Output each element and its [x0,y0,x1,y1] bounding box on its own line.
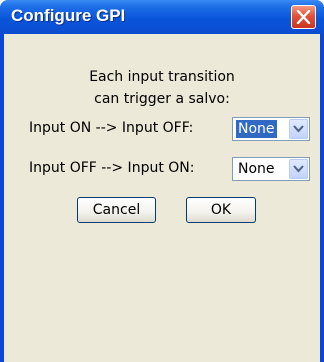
ok-button[interactable]: OK [186,197,256,223]
window-title: Configure GPI [11,6,126,25]
off-to-on-label: Input OFF --> Input ON: [29,160,195,176]
instruction-text: Each input transition can trigger a salv… [4,66,320,110]
on-to-off-value: None [236,120,277,138]
instruction-line-1: Each input transition [89,69,235,85]
on-to-off-select[interactable]: None [232,117,310,141]
dialog-body: Each input transition can trigger a salv… [4,34,320,362]
off-to-on-select[interactable]: None [232,157,310,181]
cancel-button[interactable]: Cancel [77,197,156,223]
off-to-on-dropdown-button[interactable] [289,159,308,179]
chevron-down-icon [293,125,304,133]
off-to-on-value: None [238,161,275,177]
on-to-off-label: Input ON --> Input OFF: [29,120,194,136]
dialog-window: Configure GPI Each input transition can … [0,0,324,362]
on-to-off-dropdown-button[interactable] [289,119,308,139]
close-button[interactable] [291,5,316,29]
close-icon [296,10,311,24]
instruction-line-2: can trigger a salvo: [94,91,230,107]
chevron-down-icon [293,165,304,173]
title-bar[interactable]: Configure GPI [0,0,324,34]
